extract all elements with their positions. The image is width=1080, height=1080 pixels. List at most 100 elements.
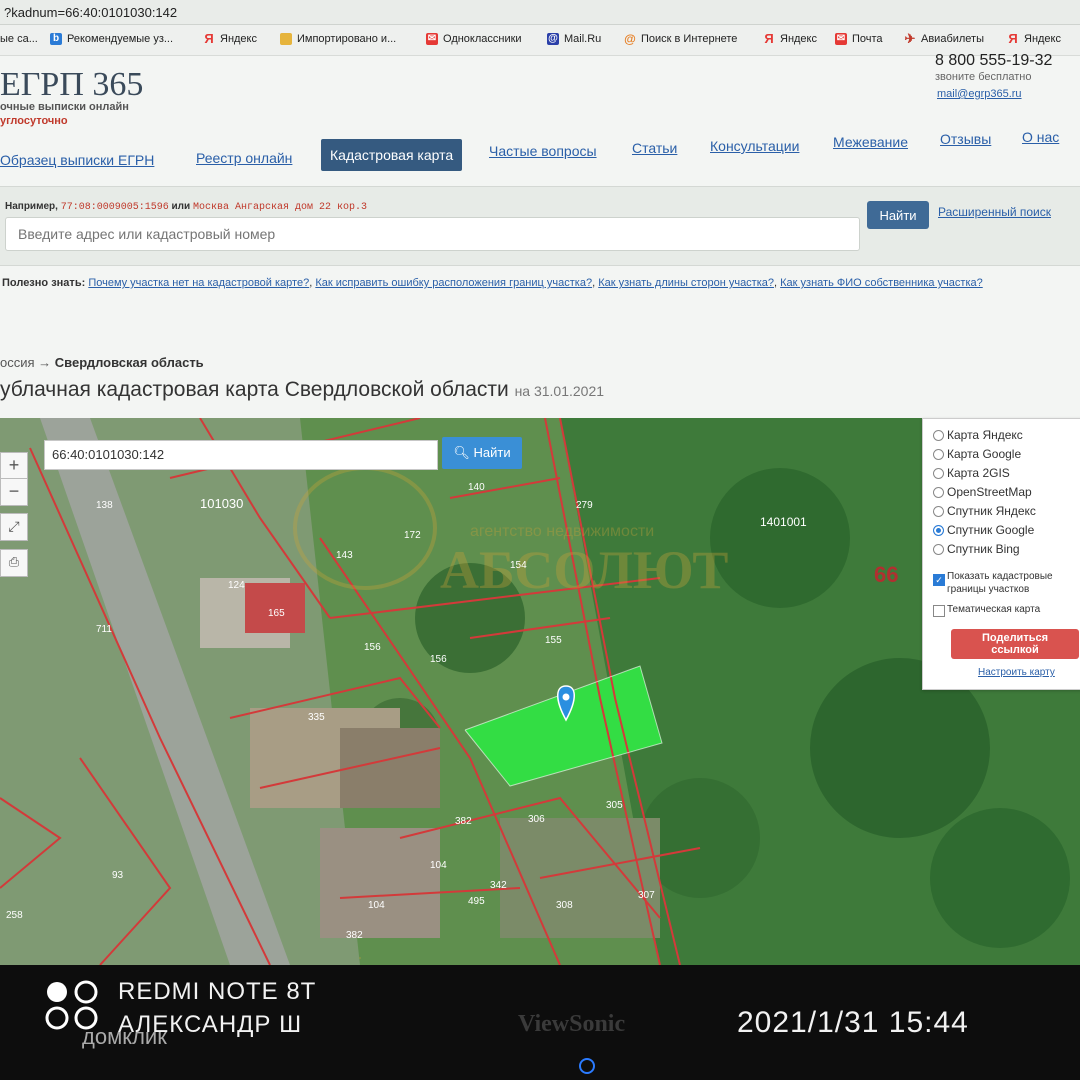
domclick-logo: домклик: [82, 1024, 167, 1049]
page-date: на 31.01.2021: [514, 383, 605, 399]
monitor-brand: ViewSonic: [518, 1011, 626, 1037]
browser-screen: ?kadnum=66:40:0101030:142 ые са... b Реко…: [0, 0, 1080, 965]
svg-text:172: 172: [404, 530, 421, 541]
layer-option[interactable]: Карта Google: [933, 447, 1021, 461]
svg-text:138: 138: [96, 500, 113, 511]
layer-option-selected[interactable]: Спутник Google: [933, 523, 1034, 537]
page-title: ублачная кадастровая карта Свердловской …: [0, 378, 605, 401]
search-example: Например, 77:08:0009005:1596 или Москва …: [5, 201, 367, 213]
nav-item-cadastral-map[interactable]: Кадастровая карта: [321, 139, 463, 171]
useful-link[interactable]: Как узнать ФИО собственника участка?: [780, 277, 983, 289]
nav-item-registry[interactable]: Реестр онлайн: [196, 150, 292, 166]
nav-item-sample[interactable]: Образец выписки ЕГРН: [0, 152, 154, 168]
share-link-button[interactable]: Поделиться ссылкой: [951, 629, 1079, 659]
nav-item-reviews[interactable]: Отзывы: [940, 131, 991, 147]
layer-option[interactable]: Карта 2GIS: [933, 466, 1010, 480]
useful-link[interactable]: Как узнать длины сторон участка?: [598, 277, 774, 289]
radio-icon: [933, 448, 944, 460]
zoom-out-button[interactable]: −: [0, 478, 28, 506]
layer-option[interactable]: Карта Яндекс: [933, 428, 1023, 442]
svg-text:155: 155: [545, 635, 562, 646]
nav-item-survey[interactable]: Межевание: [833, 134, 908, 150]
radio-icon: [933, 429, 944, 441]
layer-option[interactable]: Спутник Яндекс: [933, 504, 1036, 518]
useful-link[interactable]: Почему участка нет на кадастровой карте?: [88, 277, 309, 289]
svg-text:104: 104: [368, 900, 385, 911]
site-logo[interactable]: ЕГРП 365: [0, 66, 143, 104]
layer-option[interactable]: OpenStreetMap: [933, 485, 1032, 499]
layer-switcher: Карта Яндекс Карта Google Карта 2GIS Ope…: [922, 418, 1080, 690]
svg-text:156: 156: [364, 642, 381, 653]
radio-icon: [933, 486, 944, 498]
svg-text:382: 382: [346, 930, 363, 941]
bookmark-item[interactable]: @ Поиск в Интернете: [624, 33, 737, 45]
print-icon[interactable]: ⎙: [0, 549, 28, 577]
svg-text:305: 305: [606, 800, 623, 811]
map-search-input[interactable]: 66:40:0101030:142: [44, 440, 438, 470]
bookmarks-bar: ые са... b Рекомендуемые уз... Я Яндекс Им…: [0, 25, 1080, 56]
address-bar[interactable]: ?kadnum=66:40:0101030:142: [0, 0, 1080, 25]
bookmark-item[interactable]: Я Яндекс: [763, 31, 817, 46]
bookmark-item[interactable]: ✉ Почта: [835, 33, 883, 45]
yandex-icon: Я: [764, 31, 774, 46]
search-icon: @: [624, 32, 636, 46]
nav-item-about[interactable]: О нас: [1022, 129, 1059, 145]
bookmark-item[interactable]: b Рекомендуемые уз...: [50, 33, 173, 45]
thematic-checkbox[interactable]: [933, 605, 945, 617]
radio-icon: [933, 543, 944, 555]
svg-text:279: 279: [576, 500, 593, 511]
bookmark-item[interactable]: Я Яндекс: [203, 31, 257, 46]
email-link[interactable]: mail@egrp365.ru: [937, 88, 1022, 100]
svg-text:124: 124: [228, 580, 245, 591]
bookmark-item[interactable]: ✉ Одноклассники: [426, 33, 522, 45]
configure-map-link[interactable]: Настроить карту: [978, 667, 1055, 678]
bing-icon: b: [50, 33, 62, 45]
show-borders-checkbox[interactable]: ✓: [933, 574, 945, 586]
yandex-icon: Я: [1008, 31, 1018, 46]
svg-text:306: 306: [528, 814, 545, 825]
radio-icon: [933, 505, 944, 517]
bookmark-item[interactable]: ые са...: [0, 33, 38, 45]
satellite-layer: АБСОЛЮТ агентство недвижимости 101030 14…: [0, 418, 1080, 965]
svg-text:335: 335: [308, 712, 325, 723]
search-input[interactable]: [5, 217, 860, 251]
zoom-in-button[interactable]: +: [0, 452, 28, 480]
layer-option[interactable]: Спутник Bing: [933, 542, 1020, 556]
bookmark-item[interactable]: Импортировано и...: [280, 33, 396, 45]
phone-note: звоните бесплатно: [935, 71, 1032, 83]
svg-text:156: 156: [430, 654, 447, 665]
fullscreen-icon[interactable]: ⤢: [0, 513, 28, 541]
nav-item-faq[interactable]: Частые вопросы: [489, 143, 597, 159]
svg-text:140: 140: [468, 482, 485, 493]
power-icon: [579, 1058, 595, 1074]
breadcrumb-current: Свердловская область: [54, 355, 204, 370]
svg-text:1401001: 1401001: [760, 515, 807, 529]
svg-text:101030: 101030: [200, 496, 243, 511]
svg-text:308: 308: [556, 900, 573, 911]
cadastral-map[interactable]: АБСОЛЮТ агентство недвижимости 101030 14…: [0, 418, 1080, 965]
useful-link[interactable]: Как исправить ошибку расположения границ…: [315, 277, 592, 289]
yandex-icon: Я: [204, 31, 214, 46]
breadcrumb-root[interactable]: оссия →: [0, 355, 51, 370]
map-search-button[interactable]: 🔍︎ Найти: [442, 437, 522, 469]
bookmark-item[interactable]: @ Mail.Ru: [547, 33, 601, 45]
svg-text:104: 104: [430, 860, 447, 871]
svg-text:711: 711: [96, 624, 112, 635]
mail-icon: ✉: [835, 33, 847, 45]
url-text: ?kadnum=66:40:0101030:142: [4, 5, 178, 20]
svg-text:143: 143: [336, 550, 353, 561]
svg-text:258: 258: [6, 910, 23, 921]
svg-text:АБСОЛЮТ: АБСОЛЮТ: [440, 540, 728, 600]
bookmark-item[interactable]: Я Яндекс: [1007, 31, 1061, 46]
svg-text:382: 382: [455, 816, 472, 827]
nav-item-consult[interactable]: Консультации: [710, 138, 799, 154]
site-tagline-2: углосуточно: [0, 115, 68, 127]
bookmark-item[interactable]: ✈ Авиабилеты: [904, 32, 984, 45]
svg-text:342: 342: [490, 880, 507, 891]
advanced-search-link[interactable]: Расширенный поиск: [938, 205, 1051, 219]
radio-icon: [933, 467, 944, 479]
search-button[interactable]: Найти: [867, 201, 929, 229]
thematic-label: Тематическая карта: [947, 604, 1041, 615]
region-number: 66: [874, 562, 899, 587]
nav-item-articles[interactable]: Статьи: [632, 140, 677, 156]
